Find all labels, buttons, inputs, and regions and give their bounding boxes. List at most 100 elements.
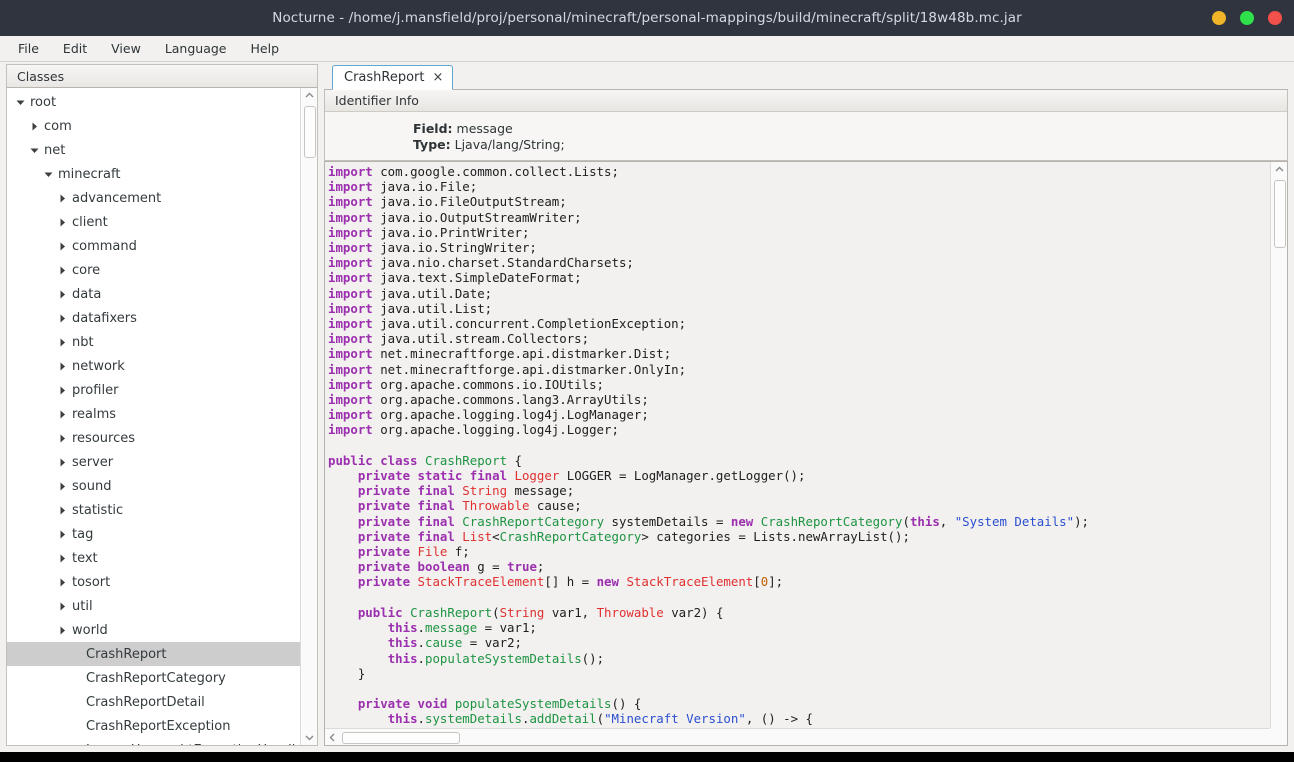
twisty-collapsed-icon[interactable] bbox=[55, 306, 69, 330]
code-token: Throwable bbox=[462, 498, 530, 514]
tree-item-client[interactable]: client bbox=[7, 210, 300, 234]
twisty-collapsed-icon[interactable] bbox=[55, 570, 69, 594]
tree-item-label: minecraft bbox=[58, 166, 121, 182]
twisty-collapsed-icon[interactable] bbox=[55, 498, 69, 522]
twisty-collapsed-icon[interactable] bbox=[55, 546, 69, 570]
application-window: Nocturne - /home/j.mansfield/proj/person… bbox=[0, 0, 1294, 762]
code-token: java.io.StringWriter; bbox=[372, 240, 537, 256]
twisty-collapsed-icon[interactable] bbox=[27, 114, 41, 138]
code-scroll-thumb[interactable] bbox=[1274, 180, 1286, 248]
close-button[interactable] bbox=[1268, 11, 1282, 25]
twisty-collapsed-icon[interactable] bbox=[55, 234, 69, 258]
twisty-collapsed-icon[interactable] bbox=[55, 210, 69, 234]
code-line: private final CrashReportCategory system… bbox=[328, 514, 1270, 529]
editor-panel: CrashReport × Identifier Info Field: mes… bbox=[322, 62, 1294, 752]
scroll-down-icon[interactable] bbox=[301, 731, 317, 745]
menu-item-file[interactable]: File bbox=[6, 38, 51, 59]
tree-item-crashreportcategory[interactable]: CrashReportCategory bbox=[7, 666, 300, 690]
tree-item-root[interactable]: root bbox=[7, 90, 300, 114]
code-scroll-left-icon[interactable] bbox=[325, 729, 339, 746]
twisty-collapsed-icon[interactable] bbox=[55, 330, 69, 354]
twisty-collapsed-icon[interactable] bbox=[55, 378, 69, 402]
code-token: import bbox=[328, 164, 373, 179]
tab-crashreport[interactable]: CrashReport × bbox=[332, 65, 454, 90]
tree-item-realms[interactable]: realms bbox=[7, 402, 300, 426]
code-token: "Minecraft Version" bbox=[604, 711, 746, 727]
tree-item-nbt[interactable]: nbt bbox=[7, 330, 300, 354]
source-code[interactable]: import com.google.common.collect.Lists; i… bbox=[325, 164, 1270, 727]
code-token: private boolean bbox=[357, 559, 470, 575]
tree-item-com[interactable]: com bbox=[7, 114, 300, 138]
code-horizontal-scrollbar[interactable] bbox=[325, 728, 1287, 745]
code-scroll-area[interactable]: import com.google.common.collect.Lists; i… bbox=[325, 162, 1270, 728]
twisty-collapsed-icon[interactable] bbox=[55, 282, 69, 306]
twisty-collapsed-icon[interactable] bbox=[55, 354, 69, 378]
tree-item-world[interactable]: world bbox=[7, 618, 300, 642]
code-line: import java.text.SimpleDateFormat; bbox=[328, 270, 1270, 285]
code-token: org.apache.commons.lang3.ArrayUtils; bbox=[372, 392, 649, 408]
twisty-collapsed-icon[interactable] bbox=[55, 258, 69, 282]
twisty-collapsed-icon[interactable] bbox=[55, 186, 69, 210]
code-hscroll-thumb[interactable] bbox=[342, 732, 460, 744]
menu-item-help[interactable]: Help bbox=[239, 38, 292, 59]
tree-item-label: realms bbox=[72, 406, 117, 422]
tree-item-datafixers[interactable]: datafixers bbox=[7, 306, 300, 330]
code-token: ); bbox=[1074, 513, 1089, 529]
tree-item-net[interactable]: net bbox=[7, 138, 300, 162]
tree-item-resources[interactable]: resources bbox=[7, 426, 300, 450]
tree-item-label: nbt bbox=[72, 334, 94, 350]
maximize-button[interactable] bbox=[1240, 11, 1254, 25]
tree-item-crashreportdetail[interactable]: CrashReportDetail bbox=[7, 690, 300, 714]
twisty-expanded-icon[interactable] bbox=[27, 138, 41, 162]
tree-item-loggeruncaughtexceptionhandler[interactable]: LoggerUncaughtExceptionHandler bbox=[7, 738, 300, 746]
tree-item-minecraft[interactable]: minecraft bbox=[7, 162, 300, 186]
classes-tree-scrollbar[interactable] bbox=[300, 88, 317, 745]
code-scroll-up-icon[interactable] bbox=[1271, 162, 1287, 176]
scroll-up-icon[interactable] bbox=[301, 88, 317, 102]
twisty-collapsed-icon[interactable] bbox=[55, 450, 69, 474]
classes-tree[interactable]: root com net minecraft advancement client comm… bbox=[7, 88, 300, 745]
tree-item-util[interactable]: util bbox=[7, 594, 300, 618]
tree-item-core[interactable]: core bbox=[7, 258, 300, 282]
tree-item-command[interactable]: command bbox=[7, 234, 300, 258]
identifier-info-title: Identifier Info bbox=[335, 93, 419, 108]
tree-item-profiler[interactable]: profiler bbox=[7, 378, 300, 402]
tree-item-data[interactable]: data bbox=[7, 282, 300, 306]
twisty-collapsed-icon[interactable] bbox=[55, 522, 69, 546]
tree-item-tosort[interactable]: tosort bbox=[7, 570, 300, 594]
code-line: import net.minecraftforge.api.distmarker… bbox=[328, 362, 1270, 377]
tree-item-crashreportexception[interactable]: CrashReportException bbox=[7, 714, 300, 738]
tree-item-server[interactable]: server bbox=[7, 450, 300, 474]
menu-item-edit[interactable]: Edit bbox=[51, 38, 99, 59]
tree-item-label: sound bbox=[72, 478, 112, 494]
classes-panel-header: Classes bbox=[6, 64, 318, 88]
tree-item-crashreport[interactable]: CrashReport bbox=[7, 642, 300, 666]
tree-item-sound[interactable]: sound bbox=[7, 474, 300, 498]
code-vertical-scrollbar[interactable] bbox=[1270, 162, 1287, 728]
tree-item-network[interactable]: network bbox=[7, 354, 300, 378]
tree-item-statistic[interactable]: statistic bbox=[7, 498, 300, 522]
twisty-expanded-icon[interactable] bbox=[41, 162, 55, 186]
menu-item-view[interactable]: View bbox=[99, 38, 153, 59]
menu-item-language[interactable]: Language bbox=[153, 38, 239, 59]
classes-tree-container: root com net minecraft advancement client comm… bbox=[6, 88, 318, 746]
code-token: File bbox=[417, 544, 448, 560]
twisty-collapsed-icon[interactable] bbox=[55, 426, 69, 450]
twisty-collapsed-icon[interactable] bbox=[55, 594, 69, 618]
tree-item-advancement[interactable]: advancement bbox=[7, 186, 300, 210]
twisty-collapsed-icon[interactable] bbox=[55, 402, 69, 426]
code-token: . bbox=[417, 635, 425, 651]
twisty-collapsed-icon[interactable] bbox=[55, 474, 69, 498]
twisty-expanded-icon[interactable] bbox=[13, 90, 27, 114]
minimize-button[interactable] bbox=[1212, 11, 1226, 25]
twisty-collapsed-icon[interactable] bbox=[55, 618, 69, 642]
tree-item-text[interactable]: text bbox=[7, 546, 300, 570]
tree-item-tag[interactable]: tag bbox=[7, 522, 300, 546]
tab-close-icon[interactable]: × bbox=[433, 71, 444, 84]
code-token: java.util.Date; bbox=[372, 285, 493, 301]
code-token: public bbox=[357, 604, 403, 620]
classes-scroll-thumb[interactable] bbox=[304, 106, 316, 158]
